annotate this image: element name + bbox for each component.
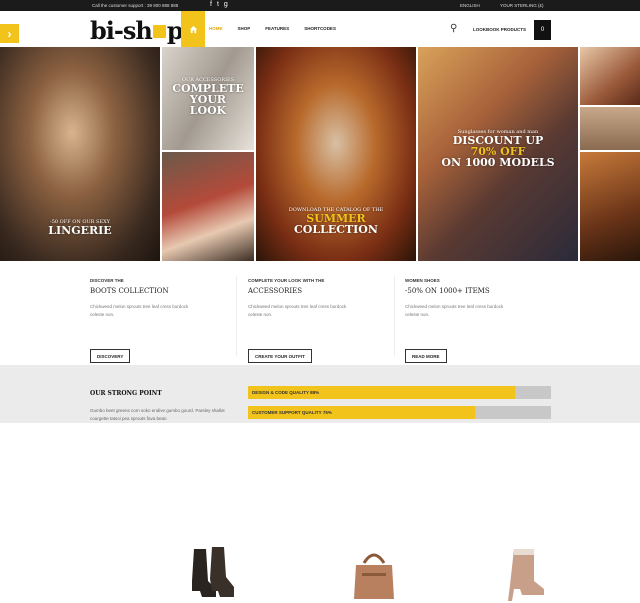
ankle-boot-image <box>508 549 544 601</box>
strong-point-heading: OUR STRONG POINT <box>90 390 162 397</box>
currency-select[interactable]: YOUR STERLING (£) <box>500 3 544 8</box>
tile-couple[interactable] <box>162 152 254 261</box>
google-plus-icon[interactable]: g <box>224 1 228 8</box>
search-icon[interactable]: ⚲ <box>450 23 457 34</box>
nav-home[interactable]: HOME <box>209 26 223 31</box>
tile-side-bottom[interactable] <box>580 152 640 261</box>
progress-bar-design: DESIGN & CODE QUALITY 88% <box>248 386 551 399</box>
progress-bar-support: CUSTOMER SUPPORT QUALITY 75% <box>248 406 551 419</box>
home-icon <box>189 25 197 33</box>
feature-section: DISCOVER THE BOOTS COLLECTION Chickweed … <box>0 261 640 601</box>
site-logo[interactable]: bi-sh p <box>90 16 184 45</box>
tile-accessories[interactable]: OUR ACCESSORIES COMPLETE YOUR LOOK <box>162 47 254 150</box>
strong-point-text: Gumbo beet greens corn soko endive gumbo… <box>90 408 225 421</box>
side-panel-toggle[interactable]: › <box>0 24 19 43</box>
tile-summer[interactable]: DOWNLOAD THE CATALOG OF THE SUMMER COLLE… <box>256 47 416 261</box>
main-nav: HOME SHOP FEATURES SHORTCODES <box>209 26 336 31</box>
home-button[interactable] <box>181 11 205 47</box>
divider <box>236 276 237 356</box>
nav-shop[interactable]: SHOP <box>238 26 251 31</box>
read-more-button[interactable]: READ MORE <box>405 349 447 363</box>
nav-features[interactable]: FEATURES <box>265 26 289 31</box>
nav-shortcodes[interactable]: SHORTCODES <box>304 26 336 31</box>
tile-sunglasses[interactable]: Sunglasses for woman and man DISCOUNT UP… <box>418 47 578 261</box>
language-select[interactable]: ENGLISH <box>460 3 480 8</box>
bag-icon <box>152 25 166 38</box>
strong-point-section: OUR STRONG POINT Gumbo beet greens corn … <box>0 365 640 423</box>
nav-lookbook[interactable]: LOOKBOOK PRODUCTS <box>473 27 526 32</box>
support-text: Call the customer support : 39 800 888 8… <box>92 3 179 8</box>
facebook-icon[interactable]: f <box>210 1 212 8</box>
twitter-icon[interactable]: t <box>217 1 219 8</box>
tile-lingerie[interactable]: -50 OFF ON OUR SEXY LINGERIE <box>0 47 160 261</box>
divider <box>394 276 395 356</box>
feature-accessories: COMPLETE YOUR LOOK WITH THE ACCESSORIES … <box>248 278 398 363</box>
create-outfit-button[interactable]: CREATE YOUR OUTFIT <box>248 349 312 363</box>
feature-shoes: WOMEN SHOES -50% ON 1000+ ITEMS Chickwee… <box>405 278 555 363</box>
cart-icon[interactable]: 0 <box>534 20 551 40</box>
tile-side-middle[interactable] <box>580 107 640 150</box>
handbag-image <box>354 553 394 599</box>
tile-side-top[interactable] <box>580 47 640 105</box>
hero-gallery: -50 OFF ON OUR SEXY LINGERIE OUR ACCESSO… <box>0 47 640 261</box>
feature-boots: DISCOVER THE BOOTS COLLECTION Chickweed … <box>90 278 240 363</box>
boots-image <box>192 547 234 597</box>
discovery-button[interactable]: DISCOVERY <box>90 349 131 363</box>
header: bi-sh p HOME SHOP FEATURES SHORTCODES ⚲ L… <box>0 11 640 47</box>
social-links: f t g <box>210 1 228 8</box>
top-bar: Call the customer support : 39 800 888 8… <box>0 0 640 11</box>
